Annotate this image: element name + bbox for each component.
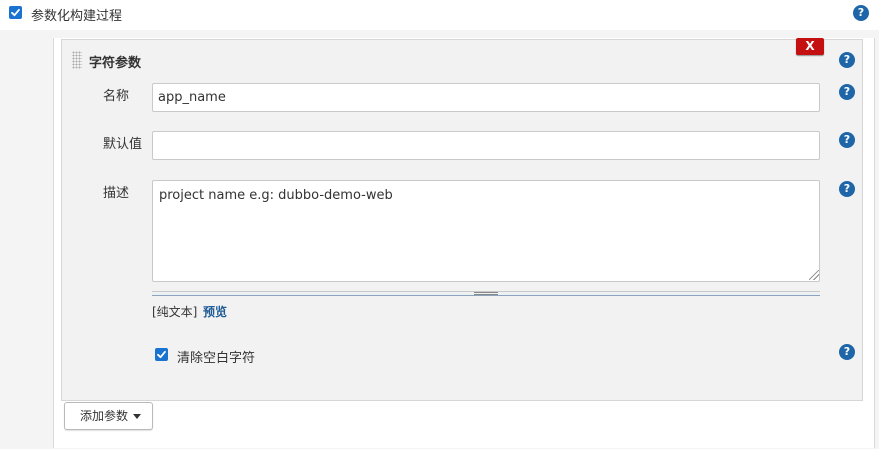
name-input[interactable] <box>152 83 820 112</box>
trim-whitespace-label: 清除空白字符 <box>177 351 256 366</box>
checkmark-icon <box>11 8 20 17</box>
default-value-label: 默认值 <box>103 137 143 152</box>
description-textarea[interactable]: project name e.g: dubbo-demo-web <box>152 180 820 282</box>
default-value-input[interactable] <box>152 131 820 160</box>
parameter-type-title: 字符参数 <box>89 56 142 71</box>
add-parameter-label: 添加参数 <box>80 409 129 423</box>
description-label: 描述 <box>103 186 130 201</box>
parameterized-build-checkbox[interactable] <box>9 6 22 19</box>
help-icon[interactable]: ? <box>839 52 855 68</box>
parameterized-build-label: 参数化构建过程 <box>31 9 123 24</box>
help-icon[interactable]: ? <box>839 84 855 100</box>
help-icon[interactable]: ? <box>839 181 855 197</box>
name-label: 名称 <box>103 89 130 104</box>
plain-text-mode: [纯文本] <box>152 305 198 319</box>
checkmark-icon <box>157 350 166 359</box>
add-parameter-button[interactable]: 添加参数 <box>64 402 153 430</box>
help-icon[interactable]: ? <box>839 132 855 148</box>
resize-grip-icon[interactable] <box>474 292 498 295</box>
drag-handle-icon[interactable] <box>72 51 82 69</box>
trim-whitespace-checkbox[interactable] <box>155 348 168 361</box>
preview-link[interactable]: 预览 <box>203 303 227 320</box>
caret-down-icon <box>133 414 142 419</box>
help-icon[interactable]: ? <box>839 344 855 360</box>
delete-parameter-button[interactable]: X <box>796 38 824 55</box>
resize-corner-icon[interactable] <box>809 270 819 280</box>
help-icon[interactable]: ? <box>853 5 869 21</box>
